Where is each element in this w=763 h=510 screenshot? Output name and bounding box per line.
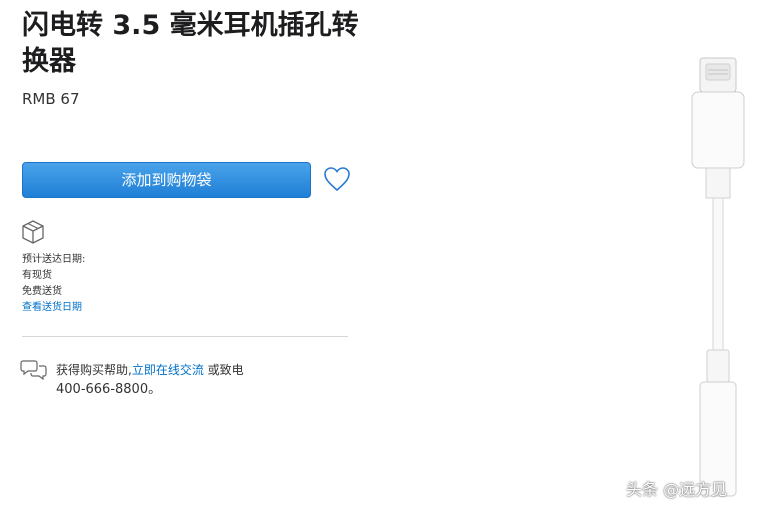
view-delivery-dates-link[interactable]: 查看送货日期	[22, 300, 85, 316]
shipping-info: 预计送达日期: 有现货 免费送货 查看送货日期	[22, 252, 85, 316]
live-chat-link[interactable]: 立即在线交流	[132, 363, 204, 377]
product-image	[691, 57, 745, 497]
free-shipping-text: 免费送货	[22, 286, 62, 297]
purchase-help: 获得购买帮助,立即在线交流 或致电 400-666-8800。	[56, 360, 244, 400]
help-or-call: 或致电	[203, 363, 244, 377]
divider	[22, 336, 348, 337]
watermark: 头条 @远方见	[626, 480, 728, 499]
chat-bubbles-icon	[20, 360, 47, 380]
phone-number: 400-666-8800。	[56, 382, 162, 397]
availability-text: 有现货	[22, 270, 52, 281]
estimated-delivery-label: 预计送达日期:	[22, 254, 86, 265]
product-price: RMB 67	[22, 90, 80, 108]
help-prefix: 获得购买帮助,	[56, 363, 132, 377]
heart-icon[interactable]	[323, 166, 351, 192]
add-to-bag-button[interactable]: 添加到购物袋	[22, 162, 311, 198]
box-icon	[22, 220, 44, 244]
product-title: 闪电转 3.5 毫米耳机插孔转换器	[22, 10, 359, 77]
